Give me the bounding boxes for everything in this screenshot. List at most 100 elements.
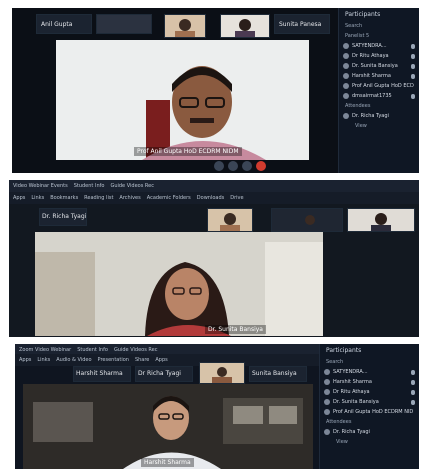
- mic-icon: [411, 53, 415, 59]
- participant-row[interactable]: SATYENDRA...: [320, 367, 419, 377]
- speaker-figure: [23, 384, 313, 469]
- mic-button[interactable]: [214, 161, 224, 171]
- thumbnail-4: Sunita Bansiya: [249, 366, 307, 382]
- participant-name: Prof Anil Gupta HoD ECDRM NID: [333, 409, 414, 415]
- thumbnail-3: [271, 208, 343, 232]
- avatar: [324, 389, 330, 395]
- bookmark-item[interactable]: Apps: [155, 357, 167, 363]
- mic-icon: [411, 399, 415, 405]
- participant-name: SATYENDRA...: [352, 43, 387, 49]
- webinar-photo-1: Anil Gupta Sunita Panesa Prof Anil Gupta…: [12, 8, 419, 173]
- avatar: [343, 53, 349, 59]
- browser-tabs: Video Webinar Events Student Info Guide …: [9, 180, 419, 192]
- thumbnail-2: [207, 208, 253, 232]
- avatar: [343, 83, 349, 89]
- thumbnail-person-icon: [235, 19, 255, 37]
- participant-name: Dr. Sunita Bansiya: [352, 63, 398, 69]
- avatar: [343, 63, 349, 69]
- participant-name: Dr. Sunita Bansiya: [333, 399, 379, 405]
- mic-icon: [411, 389, 415, 395]
- participant-row[interactable]: Prof Anil Gupta HoD ECDRM NID: [320, 407, 419, 417]
- end-call-button[interactable]: [256, 161, 266, 171]
- participant-name: Harshit Sharma: [352, 73, 391, 79]
- attendees-section: Attendees: [326, 419, 352, 425]
- thumbnail-1: Harshit Sharma: [73, 366, 131, 382]
- thumbnail-person-icon: [305, 215, 315, 225]
- thumbnail-name: Harshit Sharma: [76, 370, 123, 377]
- participant-row[interactable]: dmsairmat1735: [339, 91, 419, 101]
- participant-name: Dr Ritu Athaya: [333, 389, 370, 395]
- browser-tab[interactable]: Video Webinar Events: [13, 183, 68, 189]
- thumbnail-name: Anil Gupta: [41, 21, 73, 28]
- thumbnail-name: Dr Richa Tyagi: [138, 370, 181, 377]
- webinar-photo-2: Video Webinar Events Student Info Guide …: [9, 180, 419, 337]
- bookmark-item[interactable]: Presentation: [98, 357, 129, 363]
- bookmark-item[interactable]: Share: [135, 357, 149, 363]
- bookmark-item[interactable]: Apps: [13, 195, 25, 201]
- speaker-name-label: Dr. Sunita Bansiya: [205, 325, 266, 334]
- bookmark-item[interactable]: Audio & Video: [56, 357, 91, 363]
- avatar: [324, 369, 330, 375]
- thumbnail-name: Sunita Panesa: [279, 21, 322, 28]
- bookmark-item[interactable]: Bookmarks: [50, 195, 78, 201]
- thumbnail-1: Dr. Richa Tyagi: [39, 208, 87, 226]
- attendee-name: Dr. Richa Tyagi: [352, 113, 389, 119]
- main-video-2: Dr. Sunita Bansiya: [35, 232, 323, 336]
- bookmark-item[interactable]: Apps: [19, 357, 31, 363]
- mic-icon: [411, 63, 415, 69]
- attendee-row[interactable]: Dr. Richa Tyagi: [339, 111, 419, 121]
- participant-row[interactable]: Dr. Sunita Bansiya: [320, 397, 419, 407]
- bookmark-item[interactable]: Drive: [230, 195, 243, 201]
- avatar: [324, 379, 330, 385]
- thumbnail-person-icon: [212, 367, 232, 383]
- bookmark-item[interactable]: Reading list: [84, 195, 113, 201]
- thumbnail-person-icon: [371, 213, 391, 231]
- participant-row[interactable]: Dr Ritu Athaya: [339, 51, 419, 61]
- bookmark-item[interactable]: Academic Folders: [147, 195, 191, 201]
- mic-icon: [411, 369, 415, 375]
- thumbnail-4: [347, 208, 415, 232]
- mic-icon: [411, 73, 415, 79]
- participant-row[interactable]: Dr Ritu Athaya: [320, 387, 419, 397]
- browser-tab[interactable]: Zoom Video Webinar: [19, 347, 71, 353]
- avatar: [343, 113, 349, 119]
- thumbnail-person-icon: [175, 19, 195, 37]
- participant-row[interactable]: Prof Anil Gupta HoD ECD: [339, 81, 419, 91]
- participant-name: Harshit Sharma: [333, 379, 372, 385]
- bookmark-item[interactable]: Archives: [119, 195, 140, 201]
- participants-search[interactable]: Search: [339, 21, 419, 31]
- thumbnail-3: [164, 14, 206, 38]
- avatar: [324, 399, 330, 405]
- participant-row[interactable]: Dr. Sunita Bansiya: [339, 61, 419, 71]
- meeting-controls: [214, 161, 266, 171]
- browser-tab[interactable]: Student Info: [74, 183, 105, 189]
- participant-name: SATYENDRA...: [333, 369, 368, 375]
- speaker-name-label: Prof Anil Gupta HoD ECDRM NIDM: [134, 147, 242, 156]
- participant-name: Dr Ritu Athaya: [352, 53, 389, 59]
- thumbnail-name: Dr. Richa Tyagi: [42, 213, 87, 220]
- bookmark-item[interactable]: Links: [31, 195, 44, 201]
- attendee-row[interactable]: Dr. Richa Tyagi: [320, 427, 419, 437]
- thumbnail-2: Dr Richa Tyagi: [135, 366, 193, 382]
- video-button[interactable]: [228, 161, 238, 171]
- bookmark-item[interactable]: Links: [37, 357, 50, 363]
- participant-row[interactable]: Harshit Sharma: [339, 71, 419, 81]
- browser-tab[interactable]: Guide Videos Rec: [110, 183, 154, 189]
- speaker-figure: [35, 232, 323, 336]
- participant-row[interactable]: SATYENDRA...: [339, 41, 419, 51]
- mic-icon: [411, 93, 415, 99]
- participant-row[interactable]: Harshit Sharma: [320, 377, 419, 387]
- thumbnail-5: Sunita Panesa: [274, 14, 330, 34]
- avatar: [324, 429, 330, 435]
- browser-tab[interactable]: Student Info: [77, 347, 108, 353]
- participants-panel: Participants Search Panelist 5 SATYENDRA…: [338, 8, 419, 173]
- participants-search[interactable]: Search: [320, 357, 419, 367]
- bookmark-item[interactable]: Downloads: [197, 195, 224, 201]
- panelist-section: Panelist 5: [345, 33, 370, 39]
- participant-name: Prof Anil Gupta HoD ECD: [352, 83, 414, 89]
- share-button[interactable]: [242, 161, 252, 171]
- thumbnail-2: [96, 14, 152, 34]
- speaker-figure: [142, 66, 266, 160]
- avatar: [343, 93, 349, 99]
- browser-tab[interactable]: Guide Videos Rec: [114, 347, 158, 353]
